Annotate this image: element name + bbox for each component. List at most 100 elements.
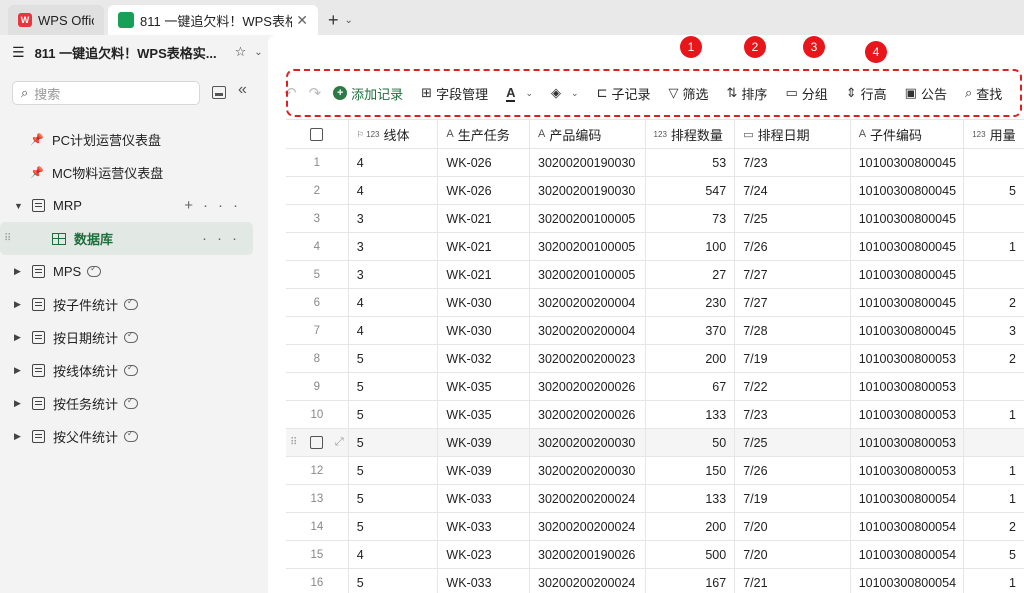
table-row[interactable]: 2 4 WK-026 30200200190030 547 7/24 10100300800…	[286, 177, 1024, 205]
cell-line[interactable]: 4	[349, 541, 439, 568]
caret-right-icon[interactable]: ▶	[14, 266, 32, 277]
cell-product-code[interactable]: 30200200200026	[530, 373, 646, 400]
cell-part-code[interactable]: 10100300800045	[851, 149, 965, 176]
cell-part-code[interactable]: 10100300800054	[851, 485, 965, 512]
cell-product-code[interactable]: 30200200190030	[530, 177, 646, 204]
table-row[interactable]: 3 3 WK-021 30200200100005 73 7/25 101003008000…	[286, 205, 1024, 233]
table-row[interactable]: 4 3 WK-021 30200200100005 100 7/26 10100300800…	[286, 233, 1024, 261]
cell-date[interactable]: 7/26	[735, 457, 851, 484]
cell-usage[interactable]: 2	[964, 345, 1024, 372]
cell-date[interactable]: 7/25	[735, 205, 851, 232]
cell-part-code[interactable]: 10100300800053	[851, 457, 965, 484]
caret-right-icon[interactable]: ▶	[14, 299, 32, 310]
sidebar-item-mc-dashboard[interactable]: 📌 MC物料运营仪表盘	[0, 156, 268, 189]
sidebar-item-pc-dashboard[interactable]: 📌 PC计划运营仪表盘	[0, 123, 268, 156]
cell-product-code[interactable]: 30200200200030	[530, 429, 646, 456]
undo-icon[interactable]: ↶	[284, 84, 297, 102]
cell-qty[interactable]: 133	[646, 401, 736, 428]
cell-qty[interactable]: 167	[646, 569, 736, 593]
cell-qty[interactable]: 53	[646, 149, 736, 176]
cell-date[interactable]: 7/26	[735, 233, 851, 260]
cell-qty[interactable]: 200	[646, 345, 736, 372]
row-number-cell[interactable]: 14	[286, 513, 349, 540]
cell-qty[interactable]: 133	[646, 485, 736, 512]
row-number-cell[interactable]: 15	[286, 541, 349, 568]
checkbox-icon[interactable]	[310, 127, 324, 141]
group-button[interactable]: ▭ 分组	[785, 84, 827, 103]
cell-qty[interactable]: 50	[646, 429, 736, 456]
drag-handle-icon[interactable]: ⠿	[290, 437, 297, 448]
redo-icon[interactable]: ↷	[309, 84, 322, 102]
sidebar-item-mps[interactable]: ▶ MPS	[0, 255, 268, 288]
cell-task[interactable]: WK-026	[438, 177, 531, 204]
cell-product-code[interactable]: 30200200190026	[530, 541, 646, 568]
column-header-product-code[interactable]: A 产品编码	[530, 120, 646, 148]
cell-qty[interactable]: 200	[646, 513, 736, 540]
item-actions[interactable]: +···	[184, 197, 248, 214]
text-color-button[interactable]: A ⌄	[506, 85, 533, 102]
caret-right-icon[interactable]: ▶	[14, 365, 32, 376]
cell-usage[interactable]: 3	[964, 317, 1024, 344]
cell-qty[interactable]: 230	[646, 289, 736, 316]
cell-task[interactable]: WK-021	[438, 205, 531, 232]
cell-date[interactable]: 7/27	[735, 261, 851, 288]
cell-task[interactable]: WK-026	[438, 149, 531, 176]
cell-qty[interactable]: 100	[646, 233, 736, 260]
table-row[interactable]: 6 4 WK-030 30200200200004 230 7/27 10100300800…	[286, 289, 1024, 317]
cell-task[interactable]: WK-039	[438, 457, 531, 484]
cell-line[interactable]: 4	[349, 177, 439, 204]
chevron-down-icon[interactable]: ⌄	[345, 5, 353, 35]
cell-qty[interactable]: 73	[646, 205, 736, 232]
table-row[interactable]: 12 5 WK-039 30200200200030 150 7/26 1010030080…	[286, 457, 1024, 485]
cell-usage[interactable]	[964, 429, 1024, 456]
cell-part-code[interactable]: 10100300800045	[851, 289, 965, 316]
cell-part-code[interactable]: 10100300800054	[851, 513, 965, 540]
cell-qty[interactable]: 370	[646, 317, 736, 344]
menu-icon[interactable]: ☰	[12, 44, 25, 61]
cell-usage[interactable]	[964, 149, 1024, 176]
table-row[interactable]: 16 5 WK-033 30200200200024 167 7/21 1010030080…	[286, 569, 1024, 593]
cell-usage[interactable]: 5	[964, 177, 1024, 204]
tab-wps-office[interactable]: W WPS Office	[8, 5, 104, 35]
column-header-line[interactable]: ⚐ 123 线体	[349, 120, 439, 148]
cell-usage[interactable]	[964, 373, 1024, 400]
cell-qty[interactable]: 27	[646, 261, 736, 288]
cell-part-code[interactable]: 10100300800045	[851, 233, 965, 260]
sidebar-item-mrp[interactable]: ▼ MRP +···	[0, 189, 268, 222]
cell-line[interactable]: 4	[349, 317, 439, 344]
row-number-cell[interactable]: 4	[286, 233, 349, 260]
cell-usage[interactable]	[964, 205, 1024, 232]
cell-part-code[interactable]: 10100300800054	[851, 569, 965, 593]
field-manage-button[interactable]: ⊞ 字段管理	[421, 84, 488, 103]
table-row[interactable]: 7 4 WK-030 30200200200004 370 7/28 10100300800…	[286, 317, 1024, 345]
row-number-cell[interactable]: 13	[286, 485, 349, 512]
sidebar-item-by-date[interactable]: ▶ 按日期统计	[0, 321, 268, 354]
cell-date[interactable]: 7/25	[735, 429, 851, 456]
cell-product-code[interactable]: 30200200100005	[530, 261, 646, 288]
cell-usage[interactable]: 1	[964, 401, 1024, 428]
row-number-cell[interactable]: 16	[286, 569, 349, 593]
cell-date[interactable]: 7/28	[735, 317, 851, 344]
sidebar-item-by-line[interactable]: ▶ 按线体统计	[0, 354, 268, 387]
cell-line[interactable]: 5	[349, 513, 439, 540]
cell-line[interactable]: 3	[349, 261, 439, 288]
cell-part-code[interactable]: 10100300800045	[851, 177, 965, 204]
cell-line[interactable]: 4	[349, 289, 439, 316]
cell-usage[interactable]: 1	[964, 457, 1024, 484]
cell-line[interactable]: 4	[349, 149, 439, 176]
cell-product-code[interactable]: 30200200200024	[530, 569, 646, 593]
chevron-down-icon[interactable]: ⌄	[254, 47, 262, 58]
cell-part-code[interactable]: 10100300800045	[851, 205, 965, 232]
caret-down-icon[interactable]: ▼	[14, 201, 32, 211]
cell-line[interactable]: 5	[349, 373, 439, 400]
cell-part-code[interactable]: 10100300800045	[851, 317, 965, 344]
row-number-cell[interactable]: 3	[286, 205, 349, 232]
column-header-part-code[interactable]: A 子件编码	[851, 120, 965, 148]
row-number-cell[interactable]: 10	[286, 401, 349, 428]
cell-qty[interactable]: 150	[646, 457, 736, 484]
cell-part-code[interactable]: 10100300800053	[851, 373, 965, 400]
caret-right-icon[interactable]: ▶	[14, 332, 32, 343]
cell-qty[interactable]: 67	[646, 373, 736, 400]
caret-right-icon[interactable]: ▶	[14, 431, 32, 442]
panel-toggle-icon[interactable]	[212, 86, 226, 99]
